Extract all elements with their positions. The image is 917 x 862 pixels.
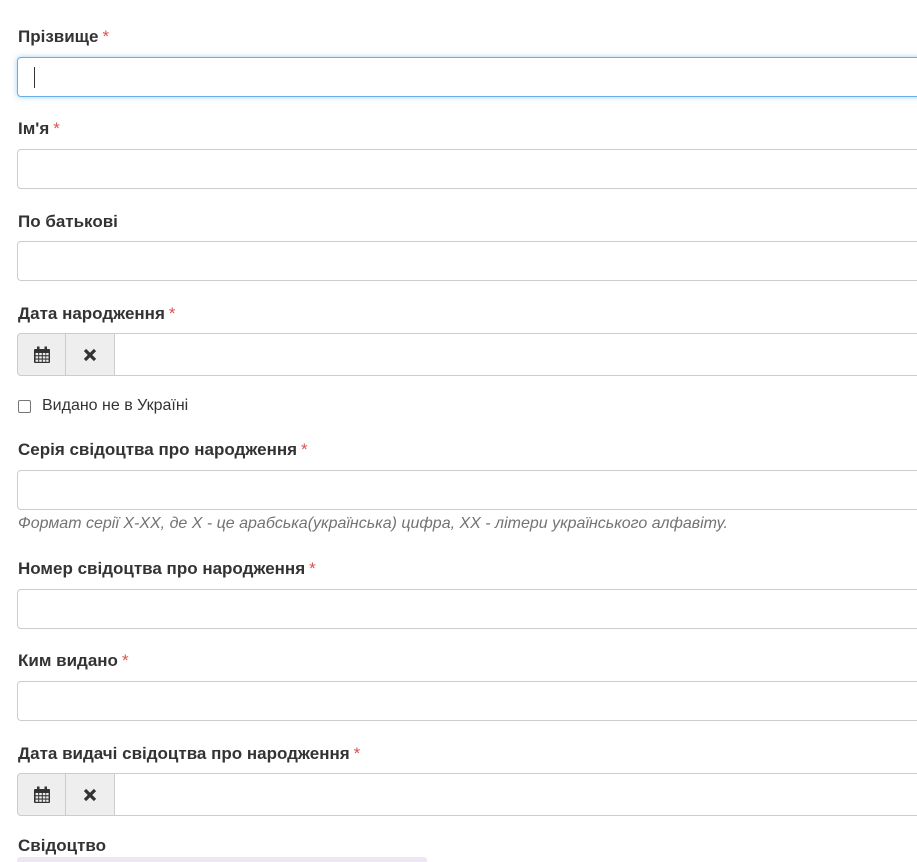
first-name-label-text: Ім'я — [18, 119, 50, 138]
first-name-label: Ім'я * — [18, 119, 60, 139]
required-marker: * — [53, 119, 60, 138]
patronymic-label-text: По батькові — [18, 212, 118, 231]
issue-date-picker — [17, 773, 917, 816]
issued-abroad-label[interactable]: Видано не в Україні — [42, 397, 188, 415]
certificate-label-text: Свідоцтво — [18, 836, 107, 855]
issued-abroad-row[interactable]: Видано не в Україні — [18, 397, 188, 415]
issue-date-calendar-button[interactable] — [17, 773, 66, 816]
first-name-input[interactable] — [17, 149, 917, 189]
surname-input[interactable] — [17, 57, 917, 97]
certificate-number-input[interactable] — [17, 589, 917, 629]
required-marker: * — [309, 559, 316, 578]
certificate-series-label-text: Серія свідоцтва про народження — [18, 440, 298, 459]
certificate-series-label: Серія свідоцтва про народження * — [18, 440, 308, 460]
required-marker: * — [121, 651, 129, 670]
birth-certificate-form: Прізвище * Ім'я * По батькові Дата народже… — [0, 0, 917, 862]
required-marker: * — [102, 27, 110, 46]
certificate-upload-area[interactable] — [17, 857, 427, 862]
issue-date-input[interactable] — [115, 773, 917, 816]
birth-date-clear-button[interactable] — [66, 333, 115, 376]
birth-date-picker — [17, 333, 917, 376]
calendar-icon — [33, 346, 50, 363]
close-icon — [83, 348, 97, 361]
issued-by-input[interactable] — [17, 681, 917, 721]
certificate-number-label: Номер свідоцтва про народження * — [18, 559, 316, 579]
birth-date-label: Дата народження * — [18, 304, 176, 324]
surname-label: Прізвище * — [18, 27, 109, 47]
certificate-series-input[interactable] — [17, 470, 917, 510]
issued-by-label: Ким видано * — [18, 651, 129, 671]
certificate-series-help: Формат серії Х-ХХ, де Х - це арабська(ук… — [18, 515, 728, 532]
required-marker: * — [353, 744, 361, 763]
issue-date-label-text: Дата видачі свідоцтва про народження — [18, 744, 350, 763]
close-icon — [83, 788, 97, 801]
certificate-number-label-text: Номер свідоцтва про народження — [18, 559, 306, 578]
birth-date-calendar-button[interactable] — [17, 333, 66, 376]
issue-date-clear-button[interactable] — [66, 773, 115, 816]
patronymic-label: По батькові — [18, 212, 118, 232]
text-cursor — [34, 67, 35, 88]
required-marker: * — [168, 304, 176, 323]
issued-abroad-checkbox[interactable] — [18, 399, 31, 413]
birth-date-label-text: Дата народження — [18, 304, 165, 323]
surname-label-text: Прізвище — [18, 27, 99, 46]
birth-date-input[interactable] — [115, 333, 917, 376]
patronymic-input[interactable] — [17, 241, 917, 281]
required-marker: * — [301, 440, 308, 459]
calendar-icon — [33, 786, 50, 803]
issued-by-label-text: Ким видано — [18, 651, 118, 670]
certificate-label: Свідоцтво — [18, 836, 106, 856]
issue-date-label: Дата видачі свідоцтва про народження * — [18, 744, 360, 764]
